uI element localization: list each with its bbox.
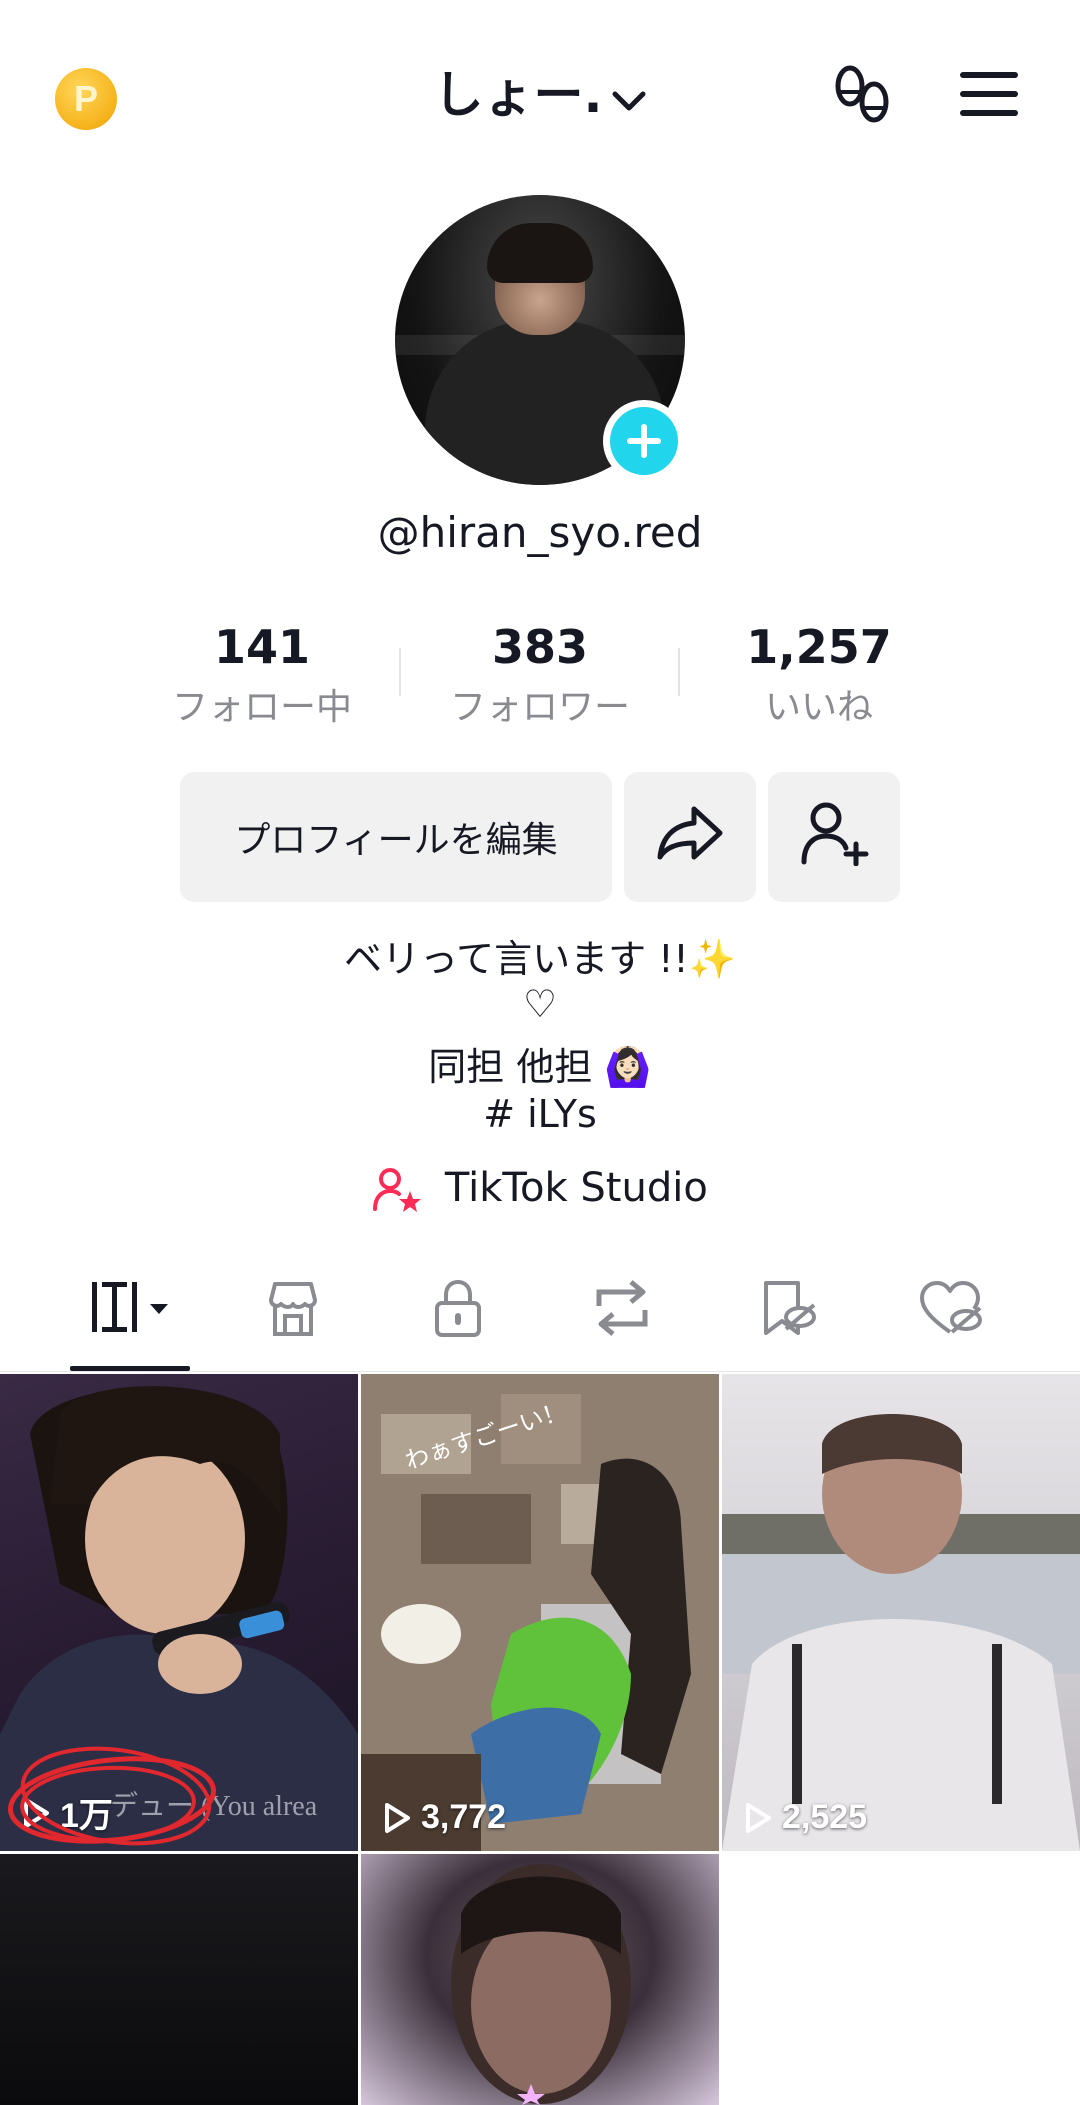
account-switcher[interactable]: しょー. bbox=[0, 55, 1080, 128]
view-count: 3,772 bbox=[383, 1798, 506, 1837]
view-count: 2,525 bbox=[744, 1798, 867, 1837]
share-profile-button[interactable] bbox=[624, 772, 756, 902]
video-thumbnail[interactable] bbox=[0, 1854, 358, 2105]
view-count-value: 2,525 bbox=[782, 1798, 868, 1836]
likes-count: 1,257 bbox=[746, 620, 892, 674]
add-person-icon bbox=[798, 800, 870, 875]
video-thumbnail[interactable]: デュー (You alrea 1万 bbox=[0, 1374, 358, 1851]
share-arrow-icon bbox=[654, 803, 726, 872]
stat-divider bbox=[678, 648, 680, 696]
video-thumbnail[interactable]: 2,525 bbox=[722, 1374, 1080, 1851]
red-circle-annotation bbox=[7, 1746, 217, 1846]
edit-profile-button[interactable]: プロフィールを編集 bbox=[180, 772, 612, 902]
view-count-value: 3,772 bbox=[421, 1798, 507, 1836]
studio-person-star-icon bbox=[372, 1165, 445, 1212]
videos-grid-icon bbox=[80, 1278, 180, 1342]
bio-line: 同担 他担 🙆🏻‍♀️ bbox=[428, 1045, 652, 1089]
studio-label: TikTok Studio bbox=[444, 1165, 708, 1211]
bio-line: ベリって言います !!✨ bbox=[344, 937, 736, 981]
add-story-plus-icon[interactable] bbox=[603, 400, 685, 482]
bio-line: ♡ bbox=[522, 982, 558, 1026]
shop-icon bbox=[263, 1278, 323, 1342]
tab-saved[interactable] bbox=[728, 1270, 848, 1350]
stat-followers[interactable]: 383 フォロワー bbox=[410, 615, 670, 737]
bio-line: # iLYs bbox=[483, 1092, 597, 1136]
active-tab-indicator bbox=[70, 1366, 190, 1371]
tab-private[interactable] bbox=[398, 1270, 518, 1350]
hamburger-menu-icon[interactable] bbox=[958, 68, 1020, 124]
video-thumbnail[interactable]: わぁすごーい！ 3,772 bbox=[361, 1374, 719, 1851]
tab-shop[interactable] bbox=[233, 1270, 353, 1350]
stat-following[interactable]: 141 フォロー中 bbox=[132, 615, 392, 737]
following-label: フォロー中 bbox=[171, 687, 352, 728]
profile-handle: @hiran_syo.red bbox=[377, 508, 703, 557]
tab-liked[interactable] bbox=[892, 1270, 1012, 1350]
stat-likes[interactable]: 1,257 いいね bbox=[689, 615, 949, 737]
followers-label: フォロワー bbox=[449, 687, 630, 728]
username-title: しょー. bbox=[433, 66, 603, 124]
liked-icon bbox=[918, 1278, 986, 1342]
tiktok-studio-link[interactable]: TikTok Studio bbox=[0, 1165, 1080, 1213]
tab-reposts[interactable] bbox=[562, 1270, 682, 1350]
stat-divider bbox=[399, 648, 401, 696]
edit-profile-label: プロフィールを編集 bbox=[234, 820, 558, 861]
add-friend-button[interactable] bbox=[768, 772, 900, 902]
saved-icon bbox=[756, 1277, 820, 1343]
chevron-down-icon bbox=[611, 70, 647, 128]
tab-videos[interactable] bbox=[70, 1270, 190, 1350]
likes-label: いいね bbox=[764, 687, 873, 728]
following-count: 141 bbox=[213, 620, 311, 674]
lock-icon bbox=[430, 1277, 486, 1343]
repost-icon bbox=[589, 1278, 655, 1342]
tab-divider bbox=[0, 1371, 1080, 1372]
followers-count: 383 bbox=[491, 620, 589, 674]
footprint-icon[interactable] bbox=[830, 62, 896, 132]
video-thumbnail[interactable] bbox=[361, 1854, 719, 2105]
